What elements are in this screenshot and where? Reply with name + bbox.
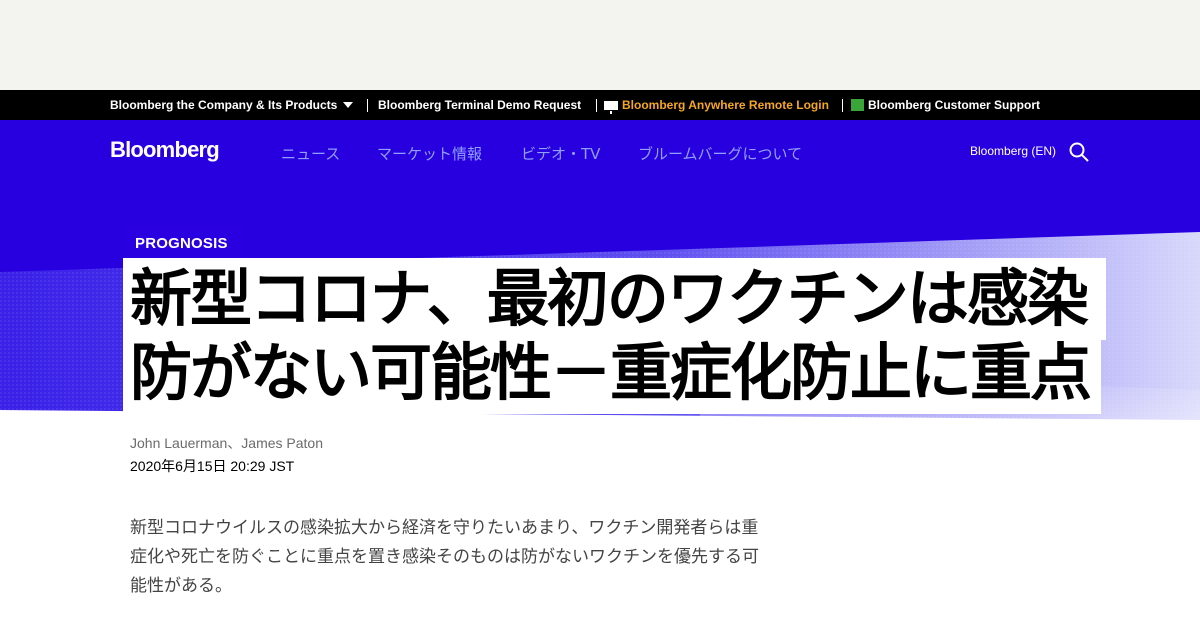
article-authors[interactable]: John Lauerman、James Paton bbox=[130, 433, 323, 453]
article-summary: 新型コロナウイルスの感染拡大から経済を守りたいあまり、ワクチン開発者らは重症化や… bbox=[130, 518, 759, 596]
search-button[interactable] bbox=[1068, 141, 1090, 163]
company-products-menu[interactable]: Bloomberg the Company & Its Products bbox=[110, 90, 354, 120]
nav-item-video-tv[interactable]: ビデオ・TV bbox=[521, 143, 600, 164]
anywhere-login-link[interactable]: Bloomberg Anywhere Remote Login bbox=[604, 90, 829, 120]
edition-switch[interactable]: Bloomberg (EN) bbox=[970, 144, 1056, 158]
company-products-label: Bloomberg the Company & Its Products bbox=[110, 98, 338, 112]
headline-line: 防がない可能性－重症化防止に重点 bbox=[130, 336, 1092, 409]
divider bbox=[596, 99, 597, 112]
terminal-icon bbox=[604, 101, 618, 114]
divider bbox=[367, 99, 368, 112]
ad-space bbox=[0, 0, 1200, 90]
search-icon bbox=[1069, 142, 1089, 162]
headline-line: 新型コロナ、最初のワクチンは感染 bbox=[130, 262, 1089, 335]
customer-support-label: Bloomberg Customer Support bbox=[868, 98, 1041, 112]
customer-support-link[interactable]: Bloomberg Customer Support bbox=[851, 90, 1040, 120]
divider bbox=[842, 99, 843, 112]
article-timestamp: 2020年6月15日 20:29 JST bbox=[130, 458, 295, 474]
nav-item-about[interactable]: ブルームバーグについて bbox=[638, 143, 802, 164]
anywhere-login-label: Bloomberg Anywhere Remote Login bbox=[622, 98, 829, 112]
article-headline: 新型コロナ、最初のワクチンは感染 防がない可能性－重症化防止に重点 bbox=[130, 262, 1110, 410]
chevron-down-icon bbox=[343, 102, 354, 108]
nav-item-news[interactable]: ニュース bbox=[281, 143, 340, 164]
nav-item-markets[interactable]: マーケット情報 bbox=[377, 143, 482, 164]
top-utility-bar: Bloomberg the Company & Its Products Blo… bbox=[0, 90, 1200, 120]
terminal-demo-link[interactable]: Bloomberg Terminal Demo Request bbox=[378, 90, 581, 120]
bloomberg-logo[interactable]: Bloomberg bbox=[110, 137, 220, 163]
support-icon bbox=[851, 99, 864, 111]
article-kicker[interactable]: PROGNOSIS bbox=[135, 235, 228, 252]
